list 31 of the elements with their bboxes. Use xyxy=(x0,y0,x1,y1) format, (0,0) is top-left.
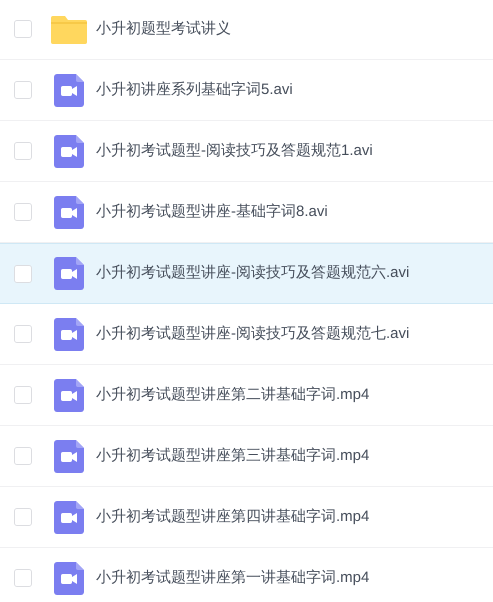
file-name[interactable]: 小升初考试题型讲座第一讲基础字词.mp4 xyxy=(96,566,370,590)
file-name[interactable]: 小升初讲座系列基础字词5.avi xyxy=(96,78,293,102)
video-file-icon xyxy=(54,74,84,106)
file-name[interactable]: 小升初考试题型讲座第二讲基础字词.mp4 xyxy=(96,384,370,406)
checkbox[interactable] xyxy=(14,569,32,587)
checkbox[interactable] xyxy=(14,325,32,343)
checkbox[interactable] xyxy=(14,81,32,99)
video-file-icon xyxy=(54,257,84,290)
file-name[interactable]: 小升初考试题型讲座第四讲基础字词.mp4 xyxy=(96,506,370,528)
video-file-icon xyxy=(54,318,84,350)
video-file-icon xyxy=(54,500,84,534)
file-row[interactable]: 小升初考试题型讲座-阅读技巧及答题规范六.avi xyxy=(0,243,493,304)
checkbox[interactable] xyxy=(14,508,32,526)
checkbox[interactable] xyxy=(14,203,32,221)
video-file-icon xyxy=(54,562,84,594)
file-name[interactable]: 小升初考试题型-阅读技巧及答题规范1.avi xyxy=(96,140,373,162)
file-name[interactable]: 小升初考试题型讲座-阅读技巧及答题规范七.avi xyxy=(96,322,410,346)
checkbox[interactable] xyxy=(14,142,32,160)
checkbox[interactable] xyxy=(14,386,32,404)
video-file-icon xyxy=(54,196,84,228)
checkbox[interactable] xyxy=(14,20,32,38)
checkbox[interactable] xyxy=(14,447,32,465)
file-name[interactable]: 小升初考试题型讲座-基础字词8.avi xyxy=(96,200,328,224)
video-file-icon xyxy=(54,134,84,168)
file-name[interactable]: 小升初考试题型讲座-阅读技巧及答题规范六.avi xyxy=(96,262,410,285)
file-name[interactable]: 小升初考试题型讲座第三讲基础字词.mp4 xyxy=(96,444,370,468)
folder-icon xyxy=(51,14,87,44)
file-name[interactable]: 小升初题型考试讲义 xyxy=(96,18,231,40)
video-file-icon xyxy=(54,440,84,472)
checkbox[interactable] xyxy=(14,264,32,282)
video-file-icon xyxy=(54,378,84,412)
